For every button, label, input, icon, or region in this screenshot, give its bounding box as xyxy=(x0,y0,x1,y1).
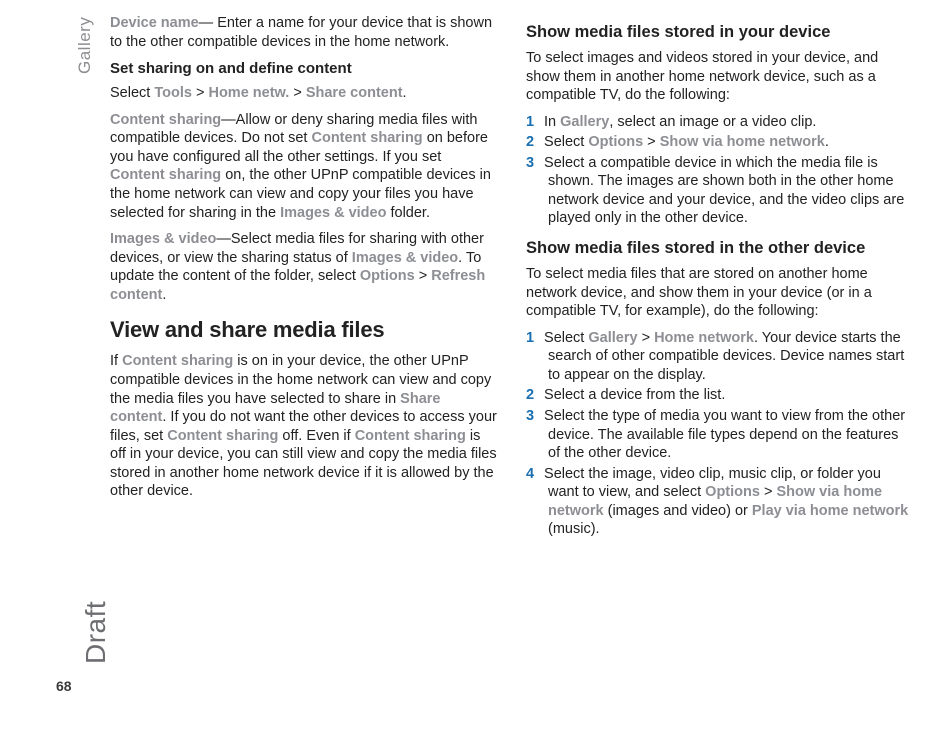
left-column: Device name— Enter a name for your devic… xyxy=(110,14,498,549)
term-content-sharing: Content sharing xyxy=(110,112,221,128)
term-content-sharing: Content sharing xyxy=(167,428,278,444)
step-number: 1 xyxy=(526,329,540,348)
term-content-sharing: Content sharing xyxy=(355,428,466,444)
content-sharing-para: Content sharing—Allow or deny sharing me… xyxy=(110,111,498,222)
step-number: 2 xyxy=(526,133,540,152)
term-images-video: Images & video xyxy=(352,250,458,266)
intro-para-2: To select media files that are stored on… xyxy=(526,265,914,321)
term-options: Options xyxy=(705,484,760,500)
term-play-via-home-network: Play via home network xyxy=(752,503,908,519)
text: Select a device from the list. xyxy=(544,387,725,403)
text: . xyxy=(162,287,166,303)
page-content: Device name— Enter a name for your devic… xyxy=(110,14,914,549)
text: > xyxy=(638,330,655,346)
step-number: 3 xyxy=(526,154,540,173)
term-gallery: Gallery xyxy=(588,330,637,346)
text: Select xyxy=(544,330,588,346)
term-images-video: Images & video xyxy=(110,231,216,247)
main-heading-view-share: View and share media files xyxy=(110,316,498,344)
steps-your-device: 1 In Gallery, select an image or a video… xyxy=(526,113,914,228)
page-number: 68 xyxy=(56,678,72,696)
text: . xyxy=(825,134,829,150)
text: . xyxy=(403,85,407,101)
mid-heading-show-your-device: Show media files stored in your device xyxy=(526,22,914,43)
text: > xyxy=(760,484,777,500)
step-number: 4 xyxy=(526,465,540,484)
term-options: Options xyxy=(360,268,415,284)
text: > xyxy=(643,134,660,150)
text: folder. xyxy=(386,205,430,221)
term-home-network: Home network xyxy=(654,330,754,346)
list-item: 4 Select the image, video clip, music cl… xyxy=(526,465,914,539)
text: > xyxy=(415,268,432,284)
list-item: 2 Select a device from the list. xyxy=(526,386,914,405)
term-device-name: Device name xyxy=(110,15,199,31)
text: (music). xyxy=(548,521,600,537)
right-column: Show media files stored in your device T… xyxy=(526,14,914,549)
section-label: Gallery xyxy=(74,17,96,74)
select-path-para: Select Tools > Home netw. > Share conten… xyxy=(110,84,498,103)
images-video-para: Images & video—Select media files for sh… xyxy=(110,230,498,304)
left-margin: Gallery Draft 68 xyxy=(0,0,96,734)
list-item: 2 Select Options > Show via home network… xyxy=(526,133,914,152)
view-share-para: If Content sharing is on in your device,… xyxy=(110,352,498,500)
text: , select an image or a video clip. xyxy=(609,114,816,130)
mid-heading-show-other-device: Show media files stored in the other dev… xyxy=(526,238,914,259)
term-gallery: Gallery xyxy=(560,114,609,130)
step-number: 1 xyxy=(526,113,540,132)
list-item: 1 Select Gallery > Home network. Your de… xyxy=(526,329,914,385)
term-share-content: Share content xyxy=(306,85,403,101)
text: off. Even if xyxy=(278,428,354,444)
device-name-para: Device name— Enter a name for your devic… xyxy=(110,14,498,51)
term-content-sharing: Content sharing xyxy=(110,167,221,183)
text: Select xyxy=(110,85,154,101)
intro-para-1: To select images and videos stored in yo… xyxy=(526,49,914,105)
term-home-netw: Home netw. xyxy=(208,85,289,101)
term-content-sharing: Content sharing xyxy=(122,353,233,369)
term-options: Options xyxy=(588,134,643,150)
sub-heading-set-sharing: Set sharing on and define content xyxy=(110,59,498,78)
term-tools: Tools xyxy=(154,85,192,101)
text: In xyxy=(544,114,560,130)
term-content-sharing: Content sharing xyxy=(312,130,423,146)
text: If xyxy=(110,353,122,369)
text: Select the type of media you want to vie… xyxy=(544,408,905,461)
term-show-via-home-network: Show via home network xyxy=(660,134,825,150)
step-number: 2 xyxy=(526,386,540,405)
text: > xyxy=(289,85,306,101)
steps-other-device: 1 Select Gallery > Home network. Your de… xyxy=(526,329,914,539)
text: (images and video) or xyxy=(604,503,752,519)
draft-watermark: Draft xyxy=(78,601,114,664)
list-item: 3 Select a compatible device in which th… xyxy=(526,154,914,228)
term-images-video: Images & video xyxy=(280,205,386,221)
text: > xyxy=(192,85,209,101)
step-number: 3 xyxy=(526,407,540,426)
text: Select xyxy=(544,134,588,150)
text: Select a compatible device in which the … xyxy=(544,155,904,227)
list-item: 3 Select the type of media you want to v… xyxy=(526,407,914,463)
list-item: 1 In Gallery, select an image or a video… xyxy=(526,113,914,132)
